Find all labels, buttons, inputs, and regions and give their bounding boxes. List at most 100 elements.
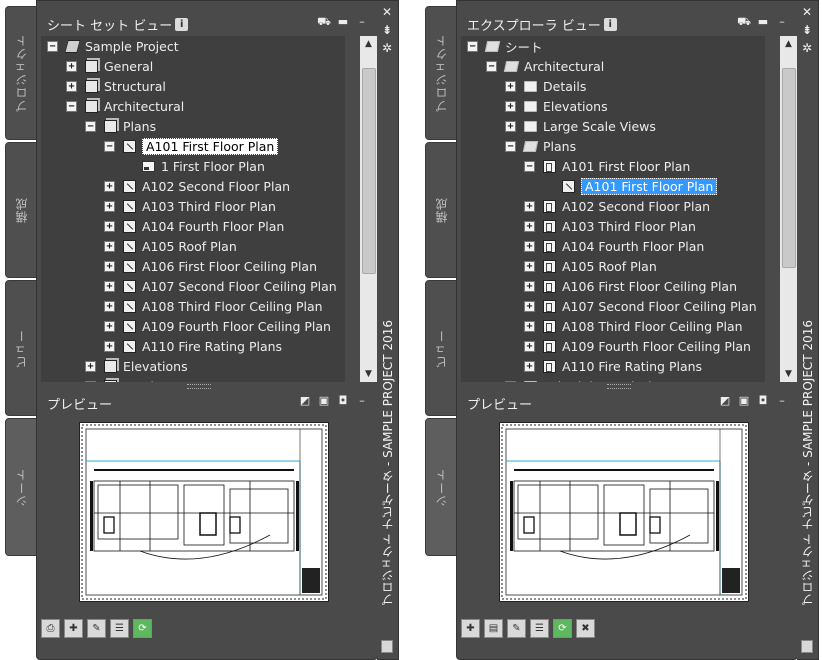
tree-node-label[interactable]: A101 First Floor Plan xyxy=(581,177,718,195)
tree-node-label[interactable]: Structural xyxy=(104,79,166,94)
tree-node-label[interactable]: A102 Second Floor Plan xyxy=(562,199,710,214)
collapse-icon[interactable]: − xyxy=(85,120,96,132)
tree-node[interactable]: + A109 Fourth Floor Ceiling Plan xyxy=(104,316,331,336)
scroll-thumb[interactable] xyxy=(782,67,796,268)
tree-node-label[interactable]: Large Scale Views xyxy=(543,119,656,134)
expand-icon[interactable]: + xyxy=(104,200,115,212)
tree-view[interactable]: − Sample Project + General + Structural − Archi… xyxy=(41,36,345,382)
tab-view[interactable]: ビュー xyxy=(5,280,38,416)
scroll-down-icon[interactable]: ▼ xyxy=(360,366,377,382)
tree-node[interactable]: + A109 Fourth Floor Ceiling Plan xyxy=(524,336,751,356)
collapse-icon[interactable]: − xyxy=(47,40,58,52)
collapse-icon[interactable]: − xyxy=(486,60,497,72)
preview-mode-icon[interactable]: ◘ xyxy=(336,395,350,407)
expand-icon[interactable]: + xyxy=(85,380,96,382)
tree-node-label[interactable]: A109 Fourth Floor Ceiling Plan xyxy=(562,339,751,354)
tree-node-label[interactable]: Elevations xyxy=(123,359,188,374)
details-icon[interactable]: ▣ xyxy=(737,395,751,407)
tree-node-label[interactable]: Architectural xyxy=(524,59,604,74)
tree-node-label[interactable]: A109 Fourth Floor Ceiling Plan xyxy=(142,319,331,334)
tree-node[interactable]: + A106 First Floor Ceiling Plan xyxy=(524,276,737,296)
expand-icon[interactable]: + xyxy=(524,200,535,212)
tree-node-label[interactable]: A107 Second Floor Ceiling Plan xyxy=(562,299,757,314)
tree-node-label[interactable]: Schedules and Diagrams xyxy=(543,379,699,383)
properties-icon[interactable]: ✲ xyxy=(380,41,394,55)
tree-node-label[interactable]: A105 Roof Plan xyxy=(562,259,657,274)
tree-node[interactable]: − Plans xyxy=(85,116,156,136)
collapse-icon[interactable]: − xyxy=(467,40,478,52)
tree-node[interactable]: + A103 Third Floor Plan xyxy=(104,196,276,216)
expand-icon[interactable]: + xyxy=(104,240,115,252)
tree-node[interactable]: + Schedules and Diagrams xyxy=(505,376,699,382)
sheet-list-icon[interactable]: ☰ xyxy=(110,619,129,638)
tree-node[interactable]: + Elevations xyxy=(85,356,188,376)
tree-node[interactable]: + A104 Fourth Floor Plan xyxy=(104,216,284,236)
expand-icon[interactable]: + xyxy=(104,260,115,272)
close-icon[interactable]: ✕ xyxy=(800,5,814,19)
tree-node[interactable]: + A110 Fire Rating Plans xyxy=(524,356,702,376)
open-sheet-set-icon[interactable]: ⛟ xyxy=(737,16,751,28)
tree-node-label[interactable]: General xyxy=(104,59,153,74)
scroll-up-icon[interactable]: ▲ xyxy=(360,36,377,52)
expand-icon[interactable]: + xyxy=(524,320,535,332)
expand-icon[interactable]: + xyxy=(505,100,516,112)
tree-node[interactable]: − Sample Project xyxy=(47,36,179,56)
tree-node[interactable]: A101 First Floor Plan xyxy=(543,176,718,196)
tree-scrollbar[interactable]: ▲ ▼ xyxy=(780,36,797,382)
expand-icon[interactable]: + xyxy=(66,80,77,92)
tree-node-label[interactable]: A108 Third Floor Ceiling Plan xyxy=(142,299,323,314)
collapse-icon[interactable]: − xyxy=(524,160,535,172)
tree-node[interactable]: + A108 Third Floor Ceiling Plan xyxy=(524,316,743,336)
tree-node[interactable]: + A102 Second Floor Plan xyxy=(524,196,710,216)
tab-sheet[interactable]: シート xyxy=(5,418,38,556)
tree-node[interactable]: + A102 Second Floor Plan xyxy=(104,176,290,196)
collapse-icon[interactable]: − xyxy=(505,140,516,152)
tree-node-label[interactable]: 1 First Floor Plan xyxy=(161,159,265,174)
expand-icon[interactable]: + xyxy=(104,340,115,352)
tree-node[interactable]: + Elevations xyxy=(505,96,608,116)
expand-icon[interactable]: + xyxy=(505,380,516,382)
tree-node[interactable]: + A105 Roof Plan xyxy=(104,236,237,256)
delete-icon[interactable]: ✖ xyxy=(576,619,595,638)
tab-project[interactable]: プロジェクト xyxy=(425,6,458,140)
minimize-icon[interactable]: – xyxy=(355,16,369,28)
tree-node-label[interactable]: Plans xyxy=(123,119,156,134)
minimize-icon[interactable]: – xyxy=(775,395,789,407)
tree-node[interactable]: + Structural xyxy=(66,76,166,96)
auto-hide-icon[interactable]: ⇟ xyxy=(800,23,814,37)
sheet-list-icon[interactable]: ☰ xyxy=(530,619,549,638)
tree-node[interactable]: 1 First Floor Plan xyxy=(123,156,265,176)
tree-node-label[interactable]: A102 Second Floor Plan xyxy=(142,179,290,194)
tree-node-label[interactable]: A107 Second Floor Ceiling Plan xyxy=(142,279,337,294)
tree-node-label[interactable]: A108 Third Floor Ceiling Plan xyxy=(562,319,743,334)
palette-title-bar[interactable]: ✕ ⇟ ✲ プロジェクト ナビゲータ - SAMPLE PROJECT 2016 xyxy=(377,0,399,660)
tree-node-label[interactable]: A101 First Floor Plan xyxy=(142,137,279,155)
expand-icon[interactable]: + xyxy=(524,240,535,252)
tree-node[interactable]: − シート xyxy=(467,36,543,56)
tree-node-label[interactable]: A110 Fire Rating Plans xyxy=(142,339,282,354)
expand-icon[interactable]: + xyxy=(104,300,115,312)
details-icon[interactable]: ▣ xyxy=(317,395,331,407)
tree-node[interactable]: + General xyxy=(66,56,153,76)
expand-icon[interactable]: + xyxy=(66,60,77,72)
tree-node-label[interactable]: Sample Project xyxy=(85,39,179,54)
expand-icon[interactable]: + xyxy=(104,280,115,292)
tree-node-label[interactable]: Architectural xyxy=(104,99,184,114)
tree-node[interactable]: + A108 Third Floor Ceiling Plan xyxy=(104,296,323,316)
expand-icon[interactable]: + xyxy=(85,360,96,372)
tree-view[interactable]: − シート − Architectural + Details + Elevations + La… xyxy=(461,36,765,382)
tab-configuration[interactable]: 構成 xyxy=(425,142,458,278)
tree-node[interactable]: − Architectural xyxy=(486,56,604,76)
info-icon[interactable]: i xyxy=(175,17,189,31)
tab-project[interactable]: プロジェクト xyxy=(5,6,38,140)
expand-icon[interactable]: + xyxy=(524,280,535,292)
palette-menu-icon[interactable] xyxy=(801,640,813,653)
tree-node[interactable]: + A107 Second Floor Ceiling Plan xyxy=(524,296,757,316)
expand-icon[interactable]: + xyxy=(104,320,115,332)
tree-node[interactable]: − A101 First Floor Plan xyxy=(524,156,690,176)
auto-hide-icon[interactable]: ⇟ xyxy=(380,23,394,37)
tree-node-label[interactable]: A101 First Floor Plan xyxy=(562,159,690,174)
expand-icon[interactable]: + xyxy=(505,80,516,92)
collapse-icon[interactable]: − xyxy=(66,100,77,112)
tree-node[interactable]: − Architectural xyxy=(66,96,184,116)
